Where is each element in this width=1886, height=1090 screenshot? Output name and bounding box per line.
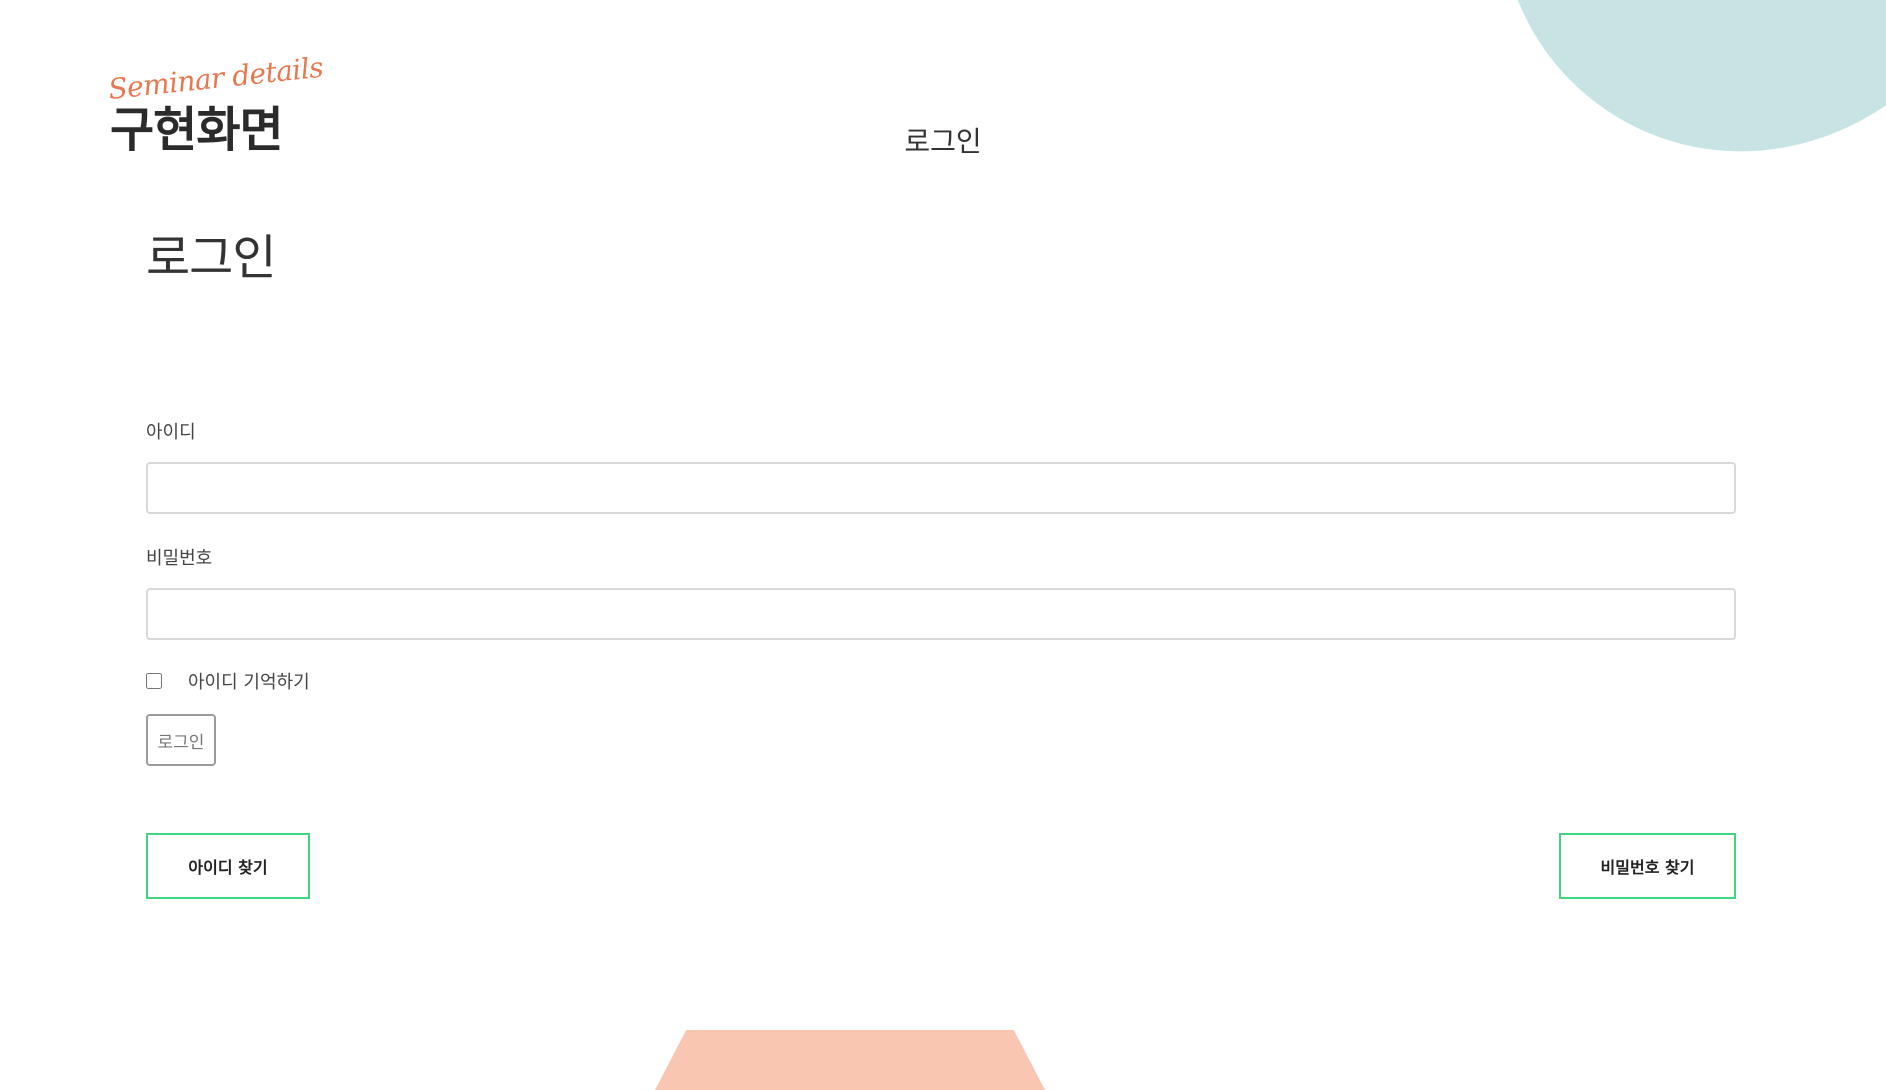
page-title: 로그인 xyxy=(146,230,276,286)
login-button[interactable]: 로그인 xyxy=(146,714,216,766)
username-label: 아이디 xyxy=(146,422,196,443)
header-title: 로그인 xyxy=(904,125,982,158)
password-input[interactable] xyxy=(146,588,1736,640)
password-label: 비밀번호 xyxy=(146,548,213,569)
remember-id-label: 아이디 기억하기 xyxy=(188,672,310,693)
find-id-button[interactable]: 아이디 찾기 xyxy=(146,833,310,899)
remember-id-row: 아이디 기억하기 xyxy=(146,668,310,694)
username-input[interactable] xyxy=(146,462,1736,514)
decorative-peach-shape xyxy=(655,1030,1045,1090)
brand-script-text: Seminar details xyxy=(106,50,325,106)
remember-id-checkbox[interactable] xyxy=(146,672,162,690)
find-password-button[interactable]: 비밀번호 찾기 xyxy=(1559,833,1736,899)
